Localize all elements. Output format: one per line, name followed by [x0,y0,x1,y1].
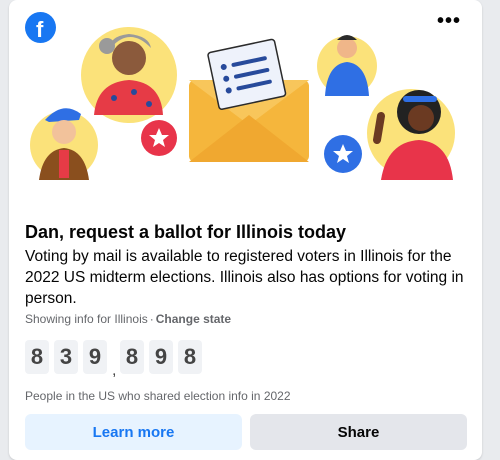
share-button[interactable]: Share [250,414,467,450]
counter-digit: 9 [83,340,107,374]
ballot-envelope-icon [189,38,309,162]
star-badge-icon [324,135,362,173]
more-options-icon[interactable]: ••• [437,11,461,32]
election-card: f ••• Dan, request a ballot for Illinois… [9,0,482,460]
counter-digit: 3 [54,340,78,374]
counter-separator: , [112,362,117,379]
counter-digit: 8 [178,340,202,374]
learn-more-button[interactable]: Learn more [25,414,242,450]
counter-label: People in the US who shared election inf… [25,389,291,403]
election-illustration [30,27,455,180]
star-badge-icon [141,120,177,156]
svg-text:f: f [36,17,44,42]
post-title: Dan, request a ballot for Illinois today [25,222,347,242]
state-info-text: Showing info for Illinois [25,312,148,326]
counter-digit: 9 [149,340,173,374]
post-body: Voting by mail is available to registere… [25,248,464,307]
facebook-logo-icon[interactable]: f [25,12,56,43]
separator-dot: · [149,312,154,326]
state-info-line: Showing info for Illinois · Change state [25,312,231,326]
counter-digit: 8 [25,340,49,374]
counter-digit: 8 [120,340,144,374]
share-counter: 8 3 9 , 8 9 8 [25,340,207,380]
change-state-link[interactable]: Change state [156,312,231,326]
